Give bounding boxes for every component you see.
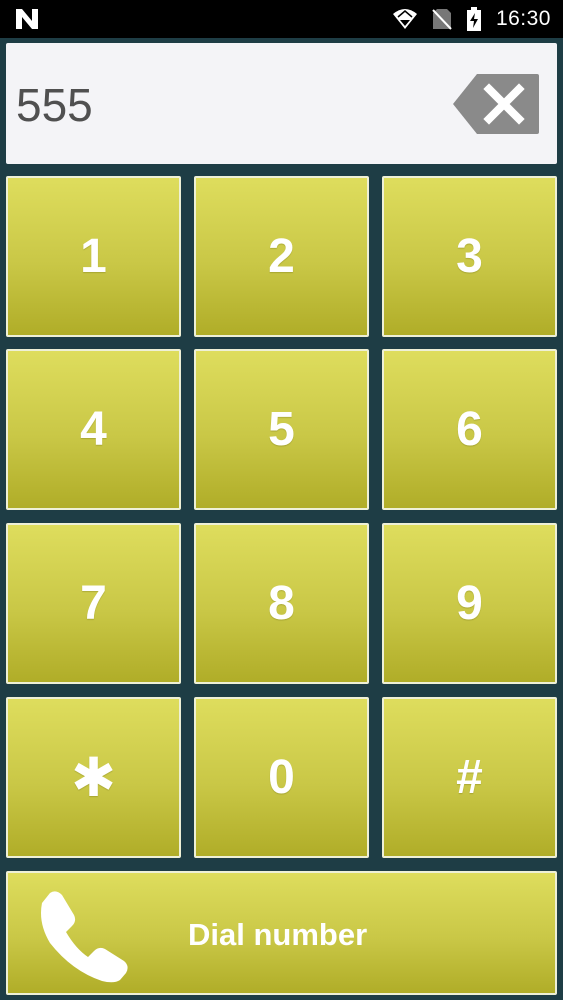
status-time: 16:30 (495, 7, 551, 30)
key-5[interactable]: 5 (194, 349, 369, 510)
key-hash[interactable]: # (382, 697, 557, 858)
key-6[interactable]: 6 (382, 349, 557, 510)
key-9[interactable]: 9 (382, 523, 557, 684)
key-0[interactable]: 0 (194, 697, 369, 858)
phone-icon (41, 891, 128, 983)
dial-number-label: Dial number (188, 917, 368, 952)
key-3[interactable]: 3 (382, 176, 557, 337)
backspace-icon[interactable] (453, 72, 539, 136)
key-4[interactable]: 4 (6, 349, 181, 510)
n-notification-icon (16, 9, 38, 29)
status-icons: 16:30 (392, 0, 551, 38)
wifi-icon (392, 9, 417, 29)
key-2[interactable]: 2 (194, 176, 369, 337)
key-7[interactable]: 7 (6, 523, 181, 684)
dial-number-button[interactable]: Dial number (6, 871, 557, 995)
battery-charging-icon (466, 7, 481, 31)
number-display: 555 (6, 43, 557, 164)
status-bar: 16:30 (0, 0, 563, 38)
no-sim-icon (432, 9, 452, 30)
dialed-number: 555 (16, 79, 93, 131)
key-8[interactable]: 8 (194, 523, 369, 684)
key-1[interactable]: 1 (6, 176, 181, 337)
key-star[interactable]: ✱ (6, 697, 181, 858)
